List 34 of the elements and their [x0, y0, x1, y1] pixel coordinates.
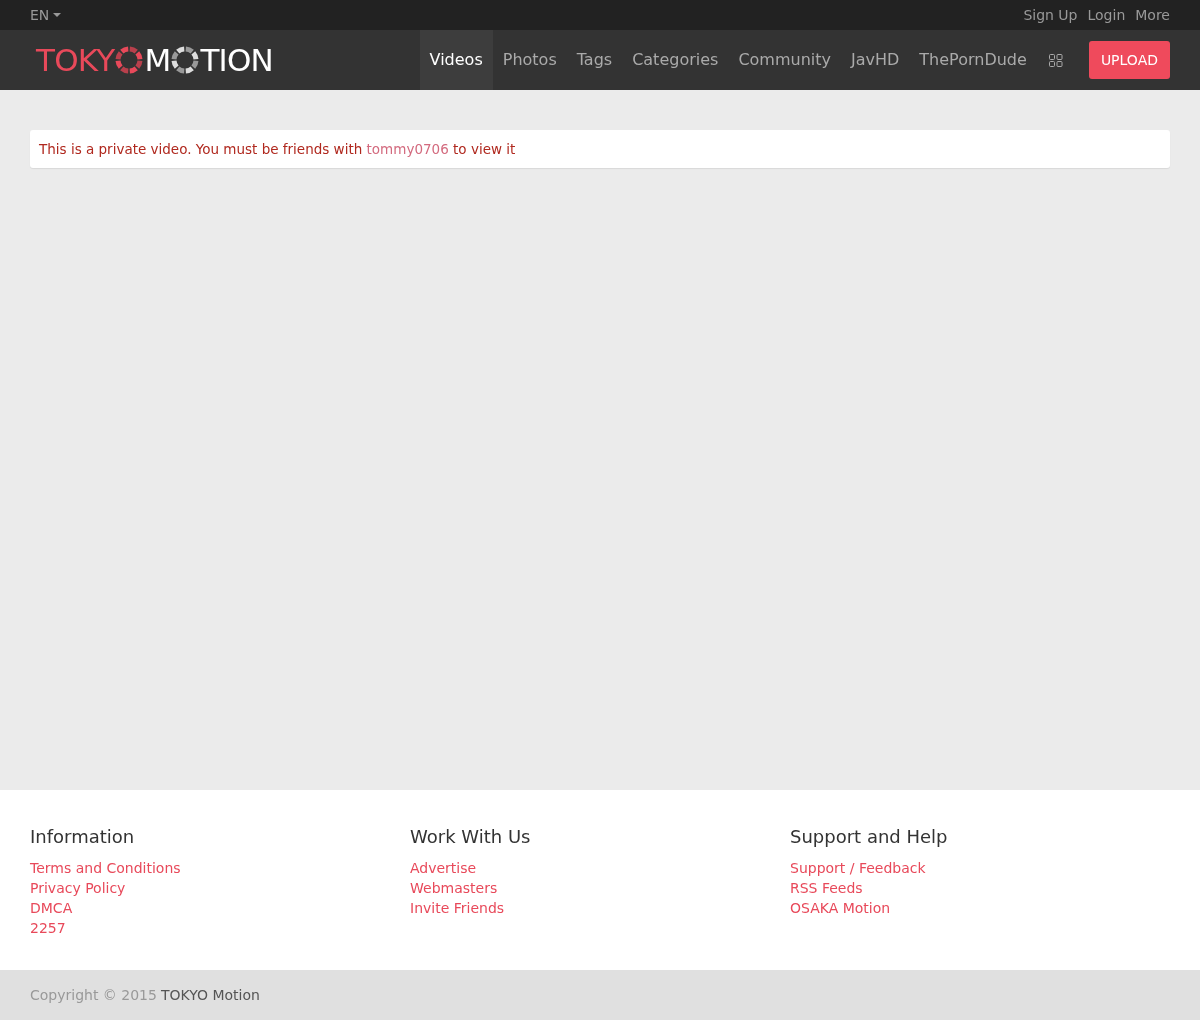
upload-button[interactable]: UPLOAD — [1088, 41, 1170, 79]
nav-tab[interactable]: Categories — [622, 30, 729, 90]
footer-link[interactable]: Invite Friends — [410, 898, 505, 918]
nav-tab[interactable]: Photos — [492, 30, 567, 90]
footer-heading: Work With Us — [410, 825, 532, 849]
nav-tab[interactable]: Tags — [566, 30, 623, 90]
site-logo[interactable]: TOKY M TION — [36, 44, 273, 76]
nav-tab[interactable]: Videos — [419, 30, 493, 90]
private-video-message: This is a private video. You must be friends with tommy0706 to view it — [39, 139, 516, 159]
footer-link[interactable]: Privacy Policy — [30, 878, 126, 898]
caret-icon — [53, 13, 62, 17]
footer-link[interactable]: Advertise — [410, 858, 477, 878]
grid-icon[interactable] — [1048, 53, 1063, 67]
segmented-ring-icon — [171, 46, 200, 74]
logo-ring-icon — [115, 46, 144, 74]
footer-link[interactable]: RSS Feeds — [790, 878, 863, 898]
footer-link[interactable]: Webmasters — [410, 878, 498, 898]
footer-link[interactable]: 2257 — [30, 918, 66, 938]
language-dropdown[interactable]: EN — [30, 4, 62, 26]
footer-heading: Information — [30, 825, 136, 849]
nav-tab[interactable]: Community — [728, 30, 841, 90]
footer-heading: Support and Help — [790, 825, 949, 849]
footer-link[interactable]: Terms and Conditions — [30, 858, 181, 878]
site-link[interactable]: TOKYO Motion — [160, 984, 260, 1006]
footer-link[interactable]: DMCA — [30, 898, 73, 918]
username-link[interactable]: tommy0706 — [366, 140, 449, 157]
copyright-text: Copyright © 2015 — [30, 985, 157, 1005]
nav-tab[interactable]: ThePornDude — [909, 30, 1037, 90]
footer-link[interactable]: Support / Feedback — [790, 858, 926, 878]
top-link[interactable]: Sign Up — [1023, 4, 1078, 26]
top-link[interactable]: More — [1135, 4, 1170, 26]
top-link[interactable]: Login — [1087, 4, 1126, 26]
nav-tab[interactable]: JavHD — [841, 30, 910, 90]
footer-link[interactable]: OSAKA Motion — [790, 898, 891, 918]
